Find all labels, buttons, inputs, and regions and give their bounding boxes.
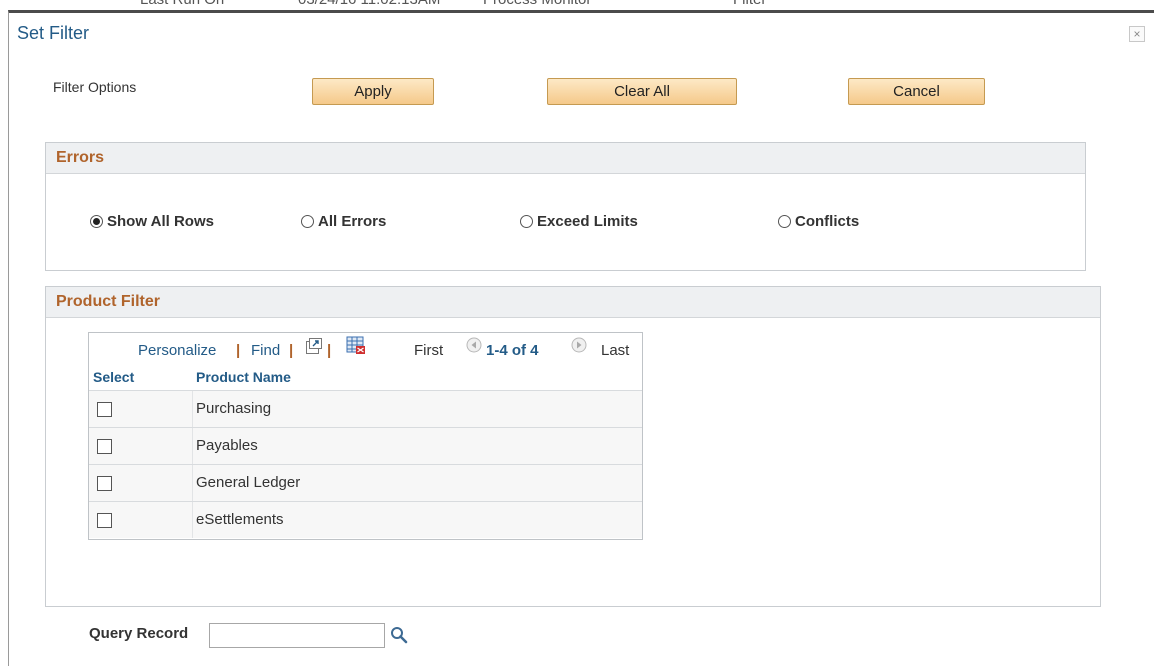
radio-selected-icon[interactable]: [90, 215, 103, 228]
product-filter-panel-title: Product Filter: [56, 293, 161, 310]
radio-label: Exceed Limits: [537, 213, 638, 230]
column-divider: [192, 391, 193, 427]
previous-arrow-icon[interactable]: [466, 337, 482, 353]
table-row: General Ledger: [89, 464, 642, 501]
bg-text: Filter: [733, 0, 766, 8]
download-spreadsheet-icon[interactable]: [346, 336, 366, 355]
table-row: Payables: [89, 427, 642, 464]
bg-text: Process Monitor: [483, 0, 591, 8]
radio-icon[interactable]: [778, 215, 791, 228]
product-name: General Ledger: [196, 474, 301, 491]
query-record-input[interactable]: [209, 623, 385, 648]
radio-show-all-rows[interactable]: Show All Rows: [90, 213, 214, 233]
radio-conflicts[interactable]: Conflicts: [778, 213, 859, 233]
row-checkbox[interactable]: [97, 476, 112, 491]
column-header-product-name[interactable]: Product Name: [196, 369, 291, 385]
dialog-title: Set Filter: [17, 23, 90, 43]
radio-label: Show All Rows: [107, 213, 214, 230]
column-divider: [192, 428, 193, 464]
query-record-label: Query Record: [89, 625, 189, 642]
last-label: Last: [601, 342, 630, 359]
find-link[interactable]: Find: [251, 342, 280, 359]
grid-navigation-bar: Personalize | Find | | First 1-4 of 4 La…: [89, 333, 642, 365]
clear-all-button[interactable]: Clear All: [547, 78, 737, 105]
table-row: eSettlements: [89, 501, 642, 538]
radio-icon[interactable]: [520, 215, 533, 228]
radio-label: All Errors: [318, 213, 387, 230]
apply-button[interactable]: Apply: [312, 78, 434, 105]
row-range: 1-4 of 4: [486, 342, 539, 359]
table-row: Purchasing: [89, 390, 642, 427]
product-name: Payables: [196, 437, 258, 454]
errors-panel: Errors: [45, 142, 1086, 271]
close-icon[interactable]: ×: [1129, 26, 1145, 42]
errors-panel-header: Errors: [46, 143, 1085, 174]
product-name: eSettlements: [196, 511, 284, 528]
radio-all-errors[interactable]: All Errors: [301, 213, 386, 233]
product-filter-panel-header: Product Filter: [46, 287, 1100, 318]
column-header-select[interactable]: Select: [93, 369, 134, 385]
radio-icon[interactable]: [301, 215, 314, 228]
background-page-strip: Last Run On 03/24/16 11:02:13AM Process …: [0, 0, 1154, 10]
row-checkbox[interactable]: [97, 402, 112, 417]
personalize-link[interactable]: Personalize: [138, 342, 216, 359]
separator: |: [327, 342, 332, 359]
view-all-icon[interactable]: [305, 337, 323, 355]
next-arrow-icon[interactable]: [571, 337, 587, 353]
separator: |: [289, 342, 294, 359]
search-icon[interactable]: [390, 626, 408, 644]
filter-options-label: Filter Options: [53, 79, 137, 95]
errors-panel-title: Errors: [56, 149, 105, 166]
row-checkbox[interactable]: [97, 513, 112, 528]
column-divider: [192, 502, 193, 538]
product-name: Purchasing: [196, 400, 272, 417]
separator: |: [236, 342, 241, 359]
radio-exceed-limits[interactable]: Exceed Limits: [520, 213, 638, 233]
bg-text: Last Run On: [140, 0, 224, 8]
product-grid: Personalize | Find | | First 1-4 of 4 La…: [88, 332, 643, 540]
row-checkbox[interactable]: [97, 439, 112, 454]
radio-label: Conflicts: [795, 213, 860, 230]
cancel-button[interactable]: Cancel: [848, 78, 985, 105]
column-divider: [192, 465, 193, 501]
bg-text: 03/24/16 11:02:13AM: [298, 0, 440, 8]
first-label: First: [414, 342, 444, 359]
